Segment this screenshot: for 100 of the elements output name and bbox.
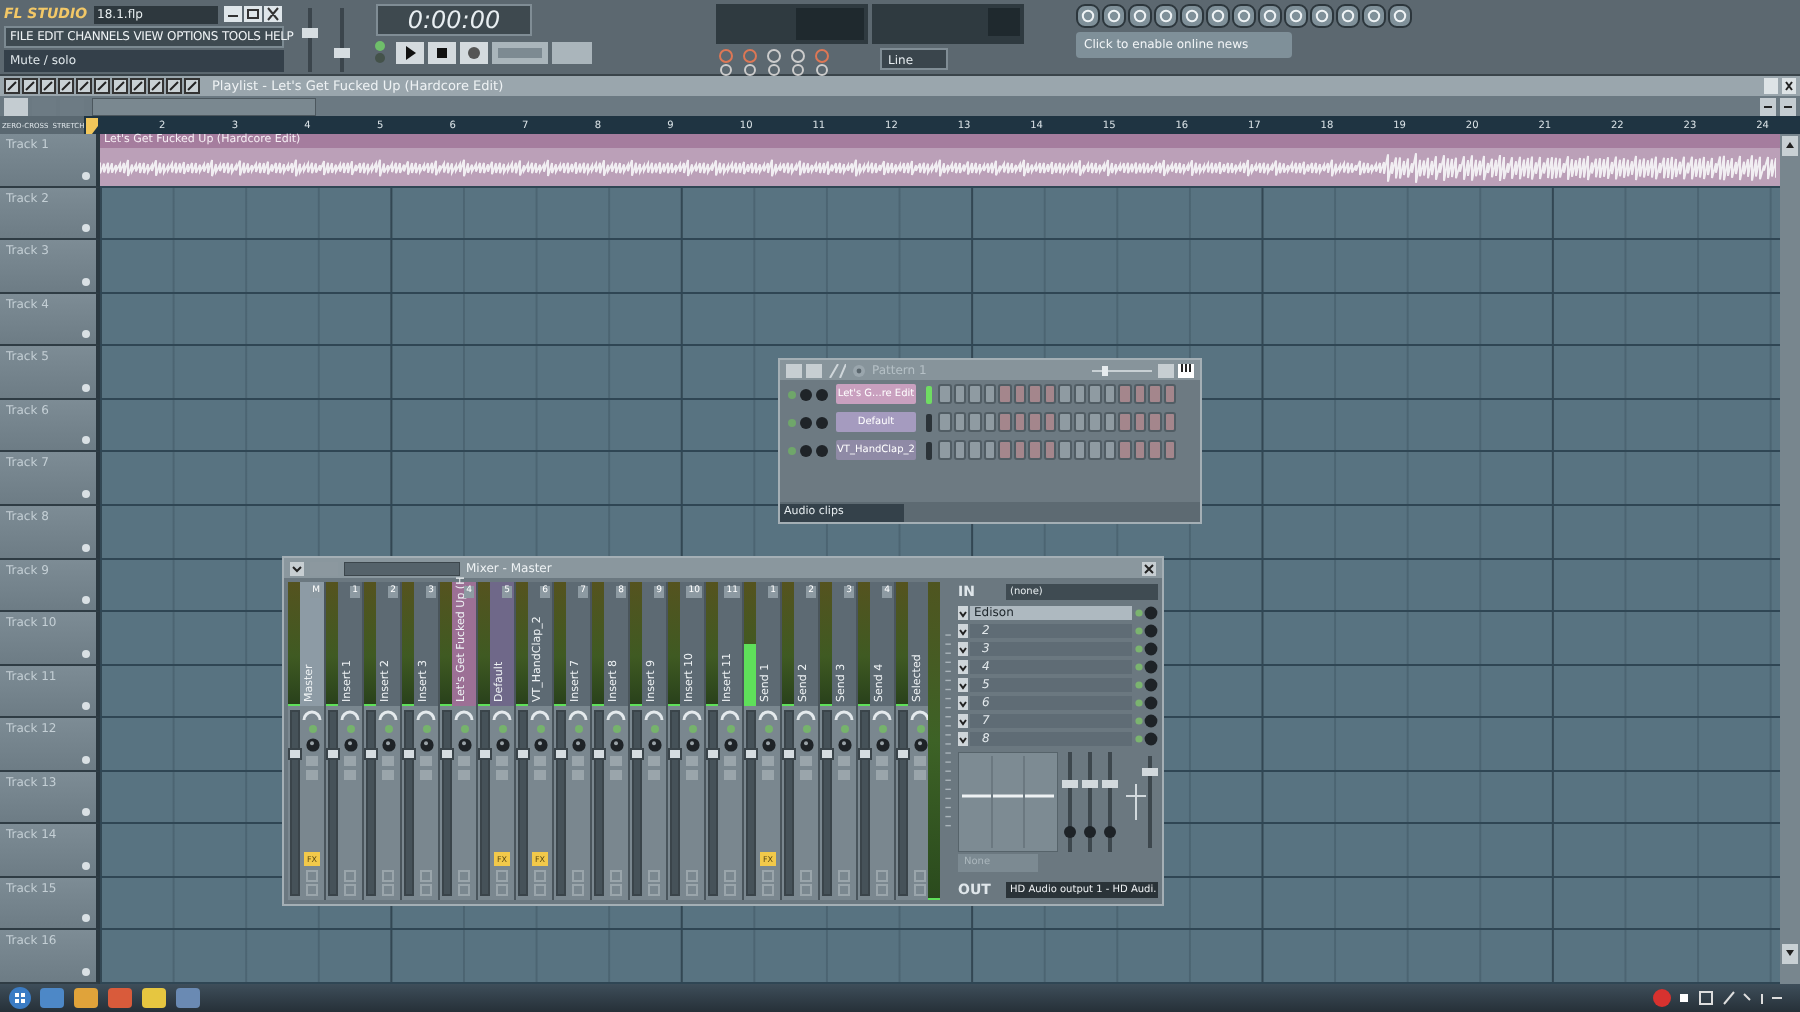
stereo-dot-icon[interactable]	[877, 724, 887, 734]
fader-thumb[interactable]	[706, 748, 720, 761]
channel-select-light[interactable]	[926, 413, 932, 431]
toolbar-icon[interactable]	[1180, 4, 1204, 28]
track-dot-icon[interactable]	[82, 224, 90, 233]
channel-knobs-icon[interactable]	[786, 443, 830, 457]
step-button[interactable]	[938, 440, 951, 460]
slot-knob-icon[interactable]	[1134, 623, 1158, 637]
stereo-dot-icon[interactable]	[535, 724, 545, 734]
toolbar-icon[interactable]	[1128, 4, 1152, 28]
window-buttons-icon[interactable]	[224, 6, 284, 22]
fader-thumb[interactable]	[554, 748, 568, 761]
track-dot-icon[interactable]	[82, 649, 90, 658]
step-button[interactable]	[1118, 412, 1131, 432]
step-button[interactable]	[1058, 440, 1071, 460]
step-button[interactable]	[968, 384, 981, 404]
slot-knob-icon[interactable]	[1134, 731, 1158, 745]
tool-icon[interactable]	[184, 78, 200, 94]
tool-icon[interactable]	[130, 78, 146, 94]
step-button[interactable]	[1088, 384, 1101, 404]
volume-knob-icon[interactable]	[799, 738, 813, 752]
tool-icon[interactable]	[166, 78, 182, 94]
play-button[interactable]	[396, 41, 424, 63]
fader-track[interactable]	[632, 710, 642, 896]
fader-thumb[interactable]	[288, 748, 302, 761]
volume-knob-icon[interactable]	[571, 738, 585, 752]
fader-track[interactable]	[746, 710, 756, 896]
fader-thumb[interactable]	[896, 748, 910, 761]
stereo-dot-icon[interactable]	[649, 724, 659, 734]
stereo-dot-icon[interactable]	[839, 724, 849, 734]
track-dot-icon[interactable]	[82, 968, 90, 976]
track-dot-icon[interactable]	[82, 808, 90, 817]
slot-menu-icon[interactable]	[958, 731, 968, 745]
step-button[interactable]	[953, 412, 966, 432]
tool-icon[interactable]	[148, 78, 164, 94]
fader-thumb[interactable]	[364, 748, 378, 761]
fader-track[interactable]	[366, 710, 376, 896]
track-dot-icon[interactable]	[82, 543, 90, 551]
volume-knob-icon[interactable]	[419, 738, 433, 752]
volume-knob-icon[interactable]	[685, 738, 699, 752]
slot-knob-icon[interactable]	[1134, 605, 1158, 619]
toolbar-icon[interactable]	[1206, 4, 1230, 28]
slot-menu-icon[interactable]	[958, 641, 968, 655]
taskbar-app-icon[interactable]	[174, 986, 202, 1010]
channel-select-light[interactable]	[926, 441, 932, 459]
toolbar-icon[interactable]	[1076, 4, 1100, 28]
volume-knob-icon[interactable]	[609, 738, 623, 752]
fader-thumb[interactable]	[326, 748, 340, 761]
step-button[interactable]	[1013, 412, 1026, 432]
tool-icon[interactable]	[58, 78, 74, 94]
slot-knob-icon[interactable]	[1134, 677, 1158, 691]
step-button[interactable]	[938, 412, 951, 432]
fader-track[interactable]	[290, 710, 300, 896]
track-dot-icon[interactable]	[82, 702, 90, 711]
stereo-dot-icon[interactable]	[611, 724, 621, 734]
step-button[interactable]	[1073, 440, 1086, 460]
stereo-dot-icon[interactable]	[573, 724, 583, 734]
mixer-scroll-bar[interactable]	[344, 561, 460, 575]
fader-track[interactable]	[708, 710, 718, 896]
volume-knob-icon[interactable]	[495, 738, 509, 752]
volume-knob-icon[interactable]	[913, 738, 927, 752]
fader-thumb[interactable]	[820, 748, 834, 761]
tempo-display[interactable]	[492, 41, 548, 63]
fader-thumb[interactable]	[858, 748, 872, 761]
step-button[interactable]	[1103, 412, 1116, 432]
track-dot-icon[interactable]	[82, 330, 90, 339]
track-dot-icon[interactable]	[82, 861, 90, 870]
toolbar-icon[interactable]	[1154, 4, 1178, 28]
step-button[interactable]	[1163, 412, 1176, 432]
toolbar-icon[interactable]	[1102, 4, 1126, 28]
fader-track[interactable]	[822, 710, 832, 896]
step-button[interactable]	[968, 440, 981, 460]
fader-track[interactable]	[594, 710, 604, 896]
toolbar-icon[interactable]	[1232, 4, 1256, 28]
stereo-dot-icon[interactable]	[801, 724, 811, 734]
track-dot-icon[interactable]	[82, 383, 90, 392]
window-controls-icon[interactable]	[1764, 78, 1796, 94]
stereo-dot-icon[interactable]	[345, 724, 355, 734]
step-button[interactable]	[1148, 412, 1161, 432]
fader-track[interactable]	[670, 710, 680, 896]
fader-track[interactable]	[898, 710, 908, 896]
step-button[interactable]	[953, 384, 966, 404]
eq-band-faders-icon[interactable]	[1062, 752, 1118, 852]
step-button[interactable]	[1028, 412, 1041, 432]
step-button[interactable]	[1013, 440, 1026, 460]
channel-knobs-icon[interactable]	[786, 387, 830, 401]
step-button[interactable]	[1103, 440, 1116, 460]
track-dot-icon[interactable]	[82, 489, 90, 498]
step-button[interactable]	[1043, 440, 1056, 460]
step-button[interactable]	[938, 384, 951, 404]
step-button[interactable]	[968, 412, 981, 432]
pattern-display[interactable]	[552, 41, 592, 63]
fader-track[interactable]	[328, 710, 338, 896]
close-icon[interactable]	[1142, 561, 1156, 575]
step-button[interactable]	[983, 412, 996, 432]
step-button[interactable]	[1088, 440, 1101, 460]
step-button[interactable]	[1133, 440, 1146, 460]
taskbar-app-icon[interactable]	[38, 986, 66, 1010]
toolbar-icon[interactable]	[1284, 4, 1308, 28]
track-dot-icon[interactable]	[82, 755, 90, 764]
